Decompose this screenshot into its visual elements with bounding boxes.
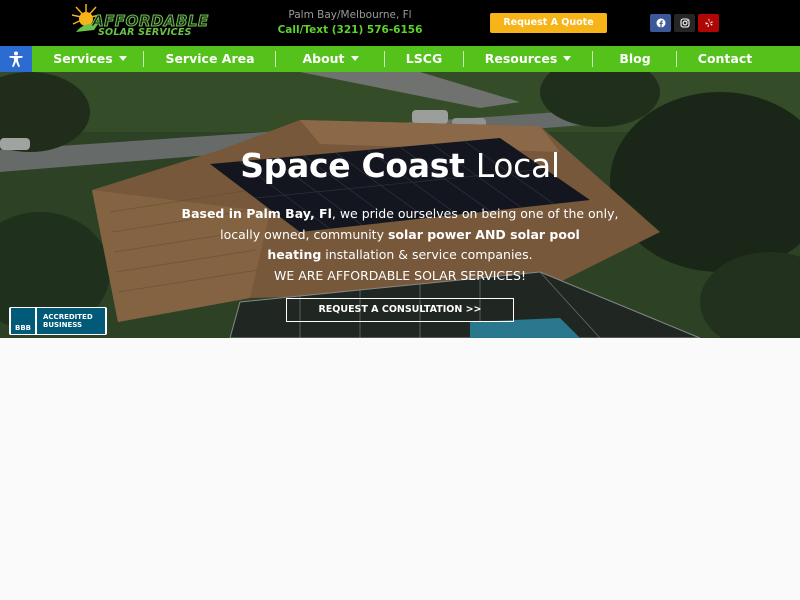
hero-heading-bold: Space Coast (240, 146, 465, 185)
nav-item-contact[interactable]: Contact (677, 46, 773, 72)
nav-item-blog[interactable]: Blog (593, 46, 677, 72)
bbb-logo-icon: BBB (11, 308, 35, 334)
bbb-accredited-badge[interactable]: BBB ACCREDITED BUSINESS (9, 307, 107, 335)
nav-item-lscg[interactable]: LSCG (385, 46, 463, 72)
bbb-badge-text: ACCREDITED BUSINESS (37, 308, 105, 334)
nav-item-label: Service Area (165, 51, 255, 66)
hero-heading-light: Local (475, 146, 560, 185)
hero-heading: Space Coast Local (0, 146, 800, 185)
nav-item-label: About (302, 51, 345, 66)
hero-text: locally owned, community (220, 226, 388, 242)
nav-item-service-area[interactable]: Service Area (144, 46, 276, 72)
bbb-line2: BUSINESS (43, 321, 83, 329)
request-consultation-button[interactable]: REQUEST A CONSULTATION >> (286, 298, 514, 322)
hero-text-bold: Based in Palm Bay, Fl (181, 206, 332, 221)
accessibility-icon[interactable] (0, 46, 32, 72)
hero-text: installation & service companies. (321, 247, 533, 262)
phone-link[interactable]: Call/Text (321) 576-6156 (250, 24, 450, 36)
site-logo[interactable]: AFFORDABLE SOLAR SERVICES (68, 2, 223, 42)
nav-item-label: Resources (484, 51, 558, 66)
nav-item-services[interactable]: Services (36, 46, 144, 72)
chevron-down-icon (118, 56, 127, 61)
nav-item-label: LSCG (405, 51, 443, 66)
chevron-down-icon (350, 56, 359, 61)
hero-description: Based in Palm Bay, Fl, we pride ourselve… (140, 204, 660, 286)
chevron-down-icon (563, 56, 572, 61)
hero-text-bold: heating (267, 247, 322, 262)
facebook-icon[interactable] (650, 14, 671, 32)
request-quote-button[interactable]: Request A Quote (490, 13, 607, 33)
bbb-logo-text: BBB (14, 324, 31, 332)
hero-text-bold: solar power AND solar pool (387, 226, 580, 242)
instagram-icon[interactable] (674, 14, 695, 32)
location-text: Palm Bay/Melbourne, Fl (288, 9, 412, 21)
hero-section: Space Coast Local Based in Palm Bay, Fl,… (0, 72, 800, 338)
nav-item-label: Services (53, 51, 113, 66)
nav-item-label: Blog (619, 51, 651, 66)
hero-tagline: WE ARE AFFORDABLE SOLAR SERVICES! (273, 267, 527, 283)
hero-text: , we pride ourselves on being one of the… (331, 206, 619, 221)
logo-text-sub: SOLAR SERVICES (98, 27, 192, 38)
nav-item-resources[interactable]: Resources (464, 46, 592, 72)
bbb-line1: ACCREDITED (43, 313, 93, 321)
nav-item-about[interactable]: About (276, 46, 385, 72)
yelp-icon[interactable] (698, 14, 719, 32)
nav-item-label: Contact (697, 51, 753, 66)
